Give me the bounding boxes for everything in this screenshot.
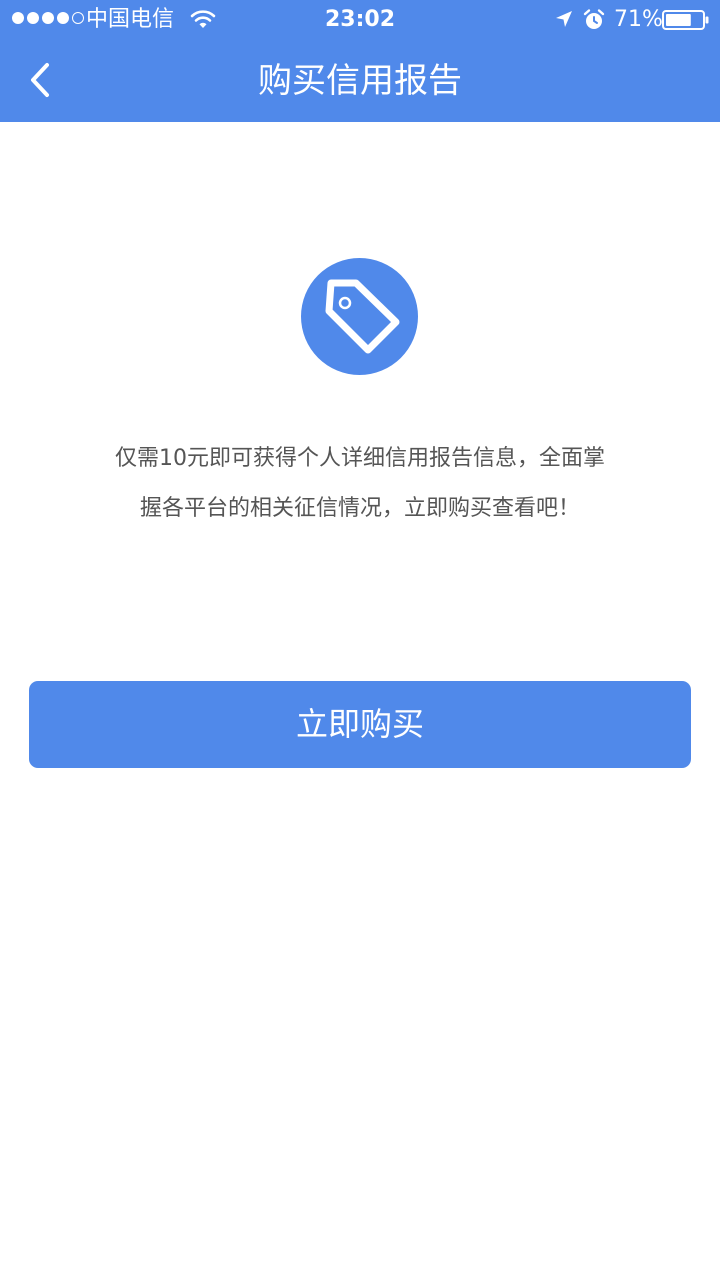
page-title: 购买信用报告 <box>258 61 462 101</box>
description-line-2: 握各平台的相关征信情况，立即购买查看吧！ <box>139 496 580 521</box>
battery-percentage: 71% <box>614 7 663 32</box>
clock-time: 23:02 <box>324 7 396 32</box>
location-arrow-icon <box>556 11 572 27</box>
price-tag-icon <box>325 279 400 354</box>
chevron-left-icon <box>31 63 49 97</box>
description-line-1: 仅需10元即可获得个人详细信用报告信息，全面掌 <box>115 446 605 471</box>
description-text: 仅需10元即可获得个人详细信用报告信息，全面掌 握各平台的相关征信情况，立即购买… <box>60 434 660 534</box>
navigation-bar: 购买信用报告 <box>0 40 720 122</box>
price-tag-badge <box>301 258 418 375</box>
status-bar: 中国电信 23:02 71% <box>0 0 720 40</box>
buy-now-button[interactable]: 立即购买 <box>29 681 691 768</box>
back-button[interactable] <box>18 56 62 104</box>
header: 中国电信 23:02 71% 购买信用报告 <box>0 0 720 122</box>
alarm-clock-icon <box>583 9 605 29</box>
battery-icon <box>662 10 709 30</box>
